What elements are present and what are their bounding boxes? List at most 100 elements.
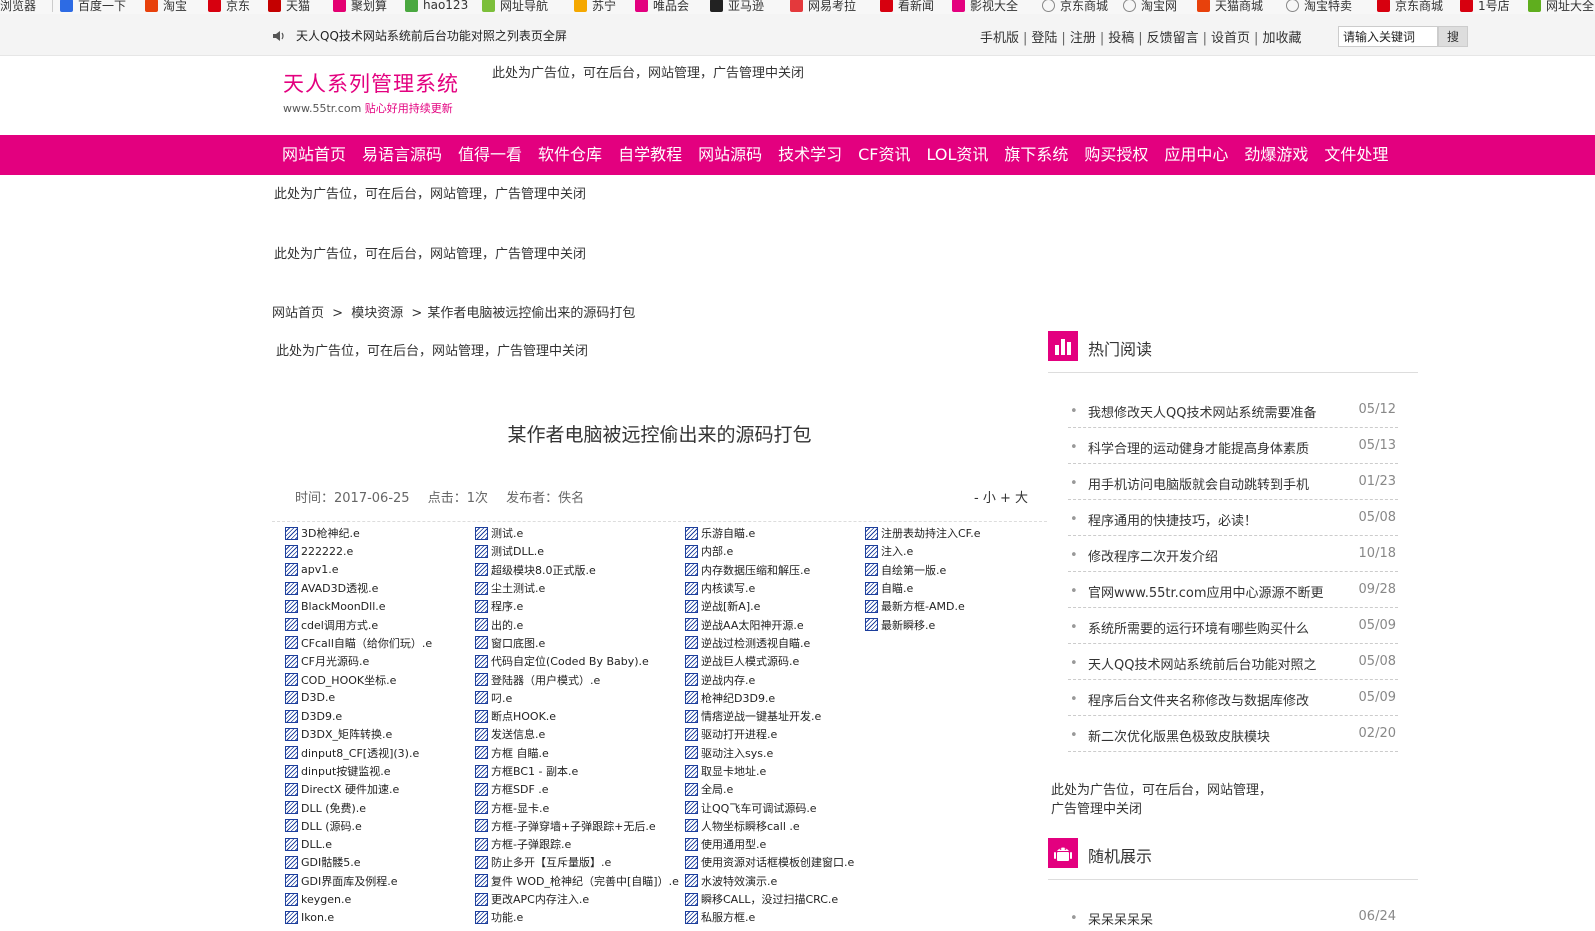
bookmark-item[interactable]: 影视大全 bbox=[952, 0, 1018, 13]
nav-item[interactable]: 软件仓库 bbox=[538, 135, 602, 175]
file-item[interactable]: 让QQ飞车可调试源码.e bbox=[685, 798, 854, 816]
font-big-button[interactable]: + 大 bbox=[1000, 491, 1028, 506]
font-small-button[interactable]: - 小 bbox=[974, 491, 996, 506]
top-link[interactable]: 加收藏 bbox=[1262, 31, 1301, 46]
file-item[interactable]: cdel调用方式.e bbox=[285, 615, 432, 633]
file-item[interactable]: 断点HOOK.e bbox=[475, 707, 679, 725]
file-item[interactable]: DLL.e bbox=[285, 835, 432, 853]
hot-item[interactable]: • 用手机访问电脑版就会自动跳转到手机 01/23 bbox=[1068, 464, 1398, 500]
file-item[interactable]: 瞬移CALL，没过扫描CRC.e bbox=[685, 890, 854, 908]
file-item[interactable]: 逆战巨人模式源码.e bbox=[685, 652, 854, 670]
file-item[interactable]: 方框BC1 - 副本.e bbox=[475, 762, 679, 780]
file-item[interactable]: 逆战AA太阳神开源.e bbox=[685, 615, 854, 633]
file-item[interactable]: 代码自定位(Coded By Baby).e bbox=[475, 652, 679, 670]
breadcrumb-category[interactable]: 模块资源 bbox=[351, 306, 403, 321]
bookmark-item[interactable]: 淘宝 bbox=[145, 0, 187, 13]
file-item[interactable]: 私服方框.e bbox=[685, 908, 854, 926]
file-item[interactable]: D3D9.e bbox=[285, 707, 432, 725]
file-item[interactable]: dinput8_CF[透视](3).e bbox=[285, 744, 432, 762]
file-item[interactable]: GDI骷髅5.e bbox=[285, 853, 432, 871]
file-item[interactable]: 发送信息.e bbox=[475, 725, 679, 743]
hot-item[interactable]: • 程序通用的快捷技巧，必读！ 05/08 bbox=[1068, 500, 1398, 536]
hot-item[interactable]: • 天人QQ技术网站系统前后台功能对照之 05/08 bbox=[1068, 644, 1398, 680]
file-item[interactable]: COD_HOOK坐标.e bbox=[285, 670, 432, 688]
file-item[interactable]: 乐游自瞄.e bbox=[685, 524, 854, 542]
file-item[interactable]: DLL (免费).e bbox=[285, 798, 432, 816]
file-item[interactable]: 情痞逆战一键基址开发.e bbox=[685, 707, 854, 725]
file-item[interactable]: 水波特效演示.e bbox=[685, 872, 854, 890]
nav-item[interactable]: 网站首页 bbox=[282, 135, 346, 175]
hot-item[interactable]: • 系统所需要的运行环境有哪些购买什么 05/09 bbox=[1068, 608, 1398, 644]
file-item[interactable]: 注入.e bbox=[865, 542, 981, 560]
nav-item[interactable]: 自学教程 bbox=[618, 135, 682, 175]
file-item[interactable]: 取显卡地址.e bbox=[685, 762, 854, 780]
nav-item[interactable]: 易语言源码 bbox=[362, 135, 442, 175]
file-item[interactable]: 出的.e bbox=[475, 615, 679, 633]
file-item[interactable]: 尘土测试.e bbox=[475, 579, 679, 597]
file-item[interactable]: 逆战过检测透视自瞄.e bbox=[685, 634, 854, 652]
bookmark-item[interactable]: hao123 bbox=[405, 0, 468, 13]
file-item[interactable]: dinput按键监视.e bbox=[285, 762, 432, 780]
file-item[interactable]: 更改APC内存注入.e bbox=[475, 890, 679, 908]
top-link[interactable]: 设首页 bbox=[1211, 31, 1250, 46]
bookmark-item[interactable]: 看新闻 bbox=[880, 0, 934, 13]
sidebar-ad[interactable]: 此处为广告位，可在后台，网站管理， 广告管理中关闭 bbox=[1051, 781, 1272, 819]
file-item[interactable]: 使用资源对话框模板创建窗口.e bbox=[685, 853, 854, 871]
file-item[interactable]: 人物坐标瞬移call .e bbox=[685, 817, 854, 835]
bookmark-item[interactable]: 天猫商城 bbox=[1197, 0, 1263, 13]
hot-item[interactable]: • 程序后台文件夹名称修改与数据库修改 05/09 bbox=[1068, 680, 1398, 716]
file-item[interactable]: 方框-子弹跟踪.e bbox=[475, 835, 679, 853]
bookmark-item[interactable]: 京东 bbox=[208, 0, 250, 13]
ad-banner-2[interactable]: 此处为广告位，可在后台，网站管理，广告管理中关闭 bbox=[274, 243, 586, 262]
file-item[interactable]: 程序.e bbox=[475, 597, 679, 615]
file-item[interactable]: 复件 WOD_枪神纪（完善中[自瞄]）.e bbox=[475, 872, 679, 890]
bookmark-item[interactable]: 京东商城 bbox=[1042, 0, 1108, 13]
file-item[interactable]: DirectX 硬件加速.e bbox=[285, 780, 432, 798]
file-item[interactable]: 超级模块8.0正式版.e bbox=[475, 561, 679, 579]
bookmark-item[interactable]: 网址大全 bbox=[1528, 0, 1594, 13]
hot-item[interactable]: • 修改程序二次开发介绍 10/18 bbox=[1068, 536, 1398, 572]
file-item[interactable]: BlackMoonDll.e bbox=[285, 597, 432, 615]
bookmark-item[interactable]: 亚马逊 bbox=[710, 0, 764, 13]
top-link[interactable]: 注册 bbox=[1070, 31, 1096, 46]
file-item[interactable]: 内核读写.e bbox=[685, 579, 854, 597]
ad-banner-1[interactable]: 此处为广告位，可在后台，网站管理，广告管理中关闭 bbox=[274, 183, 586, 202]
file-item[interactable]: 方框-显卡.e bbox=[475, 798, 679, 816]
bookmark-item[interactable]: 天猫 bbox=[268, 0, 310, 13]
hot-item[interactable]: • 科学合理的运动健身才能提高身体素质 05/13 bbox=[1068, 428, 1398, 464]
file-item[interactable]: 方框-子弹穿墙+子弹跟踪+无后.e bbox=[475, 817, 679, 835]
file-item[interactable]: 最新瞬移.e bbox=[865, 615, 981, 633]
bookmark-item[interactable]: 网易考拉 bbox=[790, 0, 856, 13]
file-item[interactable]: 自绘第一版.e bbox=[865, 561, 981, 579]
bookmark-item[interactable]: 浏览器 bbox=[0, 0, 36, 13]
nav-item[interactable]: 网站源码 bbox=[698, 135, 762, 175]
notice-text[interactable]: 天人QQ技术网站系统前后台功能对照之列表页全屏 bbox=[296, 27, 567, 44]
file-item[interactable]: DLL (源码.e bbox=[285, 817, 432, 835]
random-item[interactable]: • 呆呆呆呆呆 06/24 bbox=[1068, 899, 1398, 931]
file-item[interactable]: 全局.e bbox=[685, 780, 854, 798]
bookmark-item[interactable]: 唯品会 bbox=[635, 0, 689, 13]
file-item[interactable]: 方框SDF .e bbox=[475, 780, 679, 798]
file-item[interactable]: 逆战内存.e bbox=[685, 670, 854, 688]
file-item[interactable]: Ikon.e bbox=[285, 908, 432, 926]
file-item[interactable]: 3D枪神纪.e bbox=[285, 524, 432, 542]
file-item[interactable]: D3D.e bbox=[285, 689, 432, 707]
file-item[interactable]: 防止多开【互斥量版】.e bbox=[475, 853, 679, 871]
file-item[interactable]: 注册表劫持注入CF.e bbox=[865, 524, 981, 542]
file-item[interactable]: AVAD3D透视.e bbox=[285, 579, 432, 597]
header-ad[interactable]: 此处为广告位，可在后台，网站管理，广告管理中关闭 bbox=[492, 62, 804, 81]
bookmark-item[interactable]: 百度一下 bbox=[60, 0, 126, 13]
top-link[interactable]: 登陆 bbox=[1031, 31, 1057, 46]
hot-item[interactable]: • 新二次优化版黑色极致皮肤模块 02/20 bbox=[1068, 716, 1398, 752]
nav-item[interactable]: 文件处理 bbox=[1324, 135, 1388, 175]
file-item[interactable]: 功能.e bbox=[475, 908, 679, 926]
nav-item[interactable]: CF资讯 bbox=[858, 135, 910, 175]
file-item[interactable]: 最新方框-AMD.e bbox=[865, 597, 981, 615]
bookmark-item[interactable]: 1号店 bbox=[1460, 0, 1510, 13]
file-item[interactable]: D3DX_矩阵转换.e bbox=[285, 725, 432, 743]
file-item[interactable]: 逆战[新A].e bbox=[685, 597, 854, 615]
search-input[interactable] bbox=[1338, 26, 1438, 47]
bookmark-item[interactable]: 苏宁 bbox=[574, 0, 616, 13]
nav-item[interactable]: 旗下系统 bbox=[1004, 135, 1068, 175]
top-link[interactable]: 投稿 bbox=[1108, 31, 1134, 46]
